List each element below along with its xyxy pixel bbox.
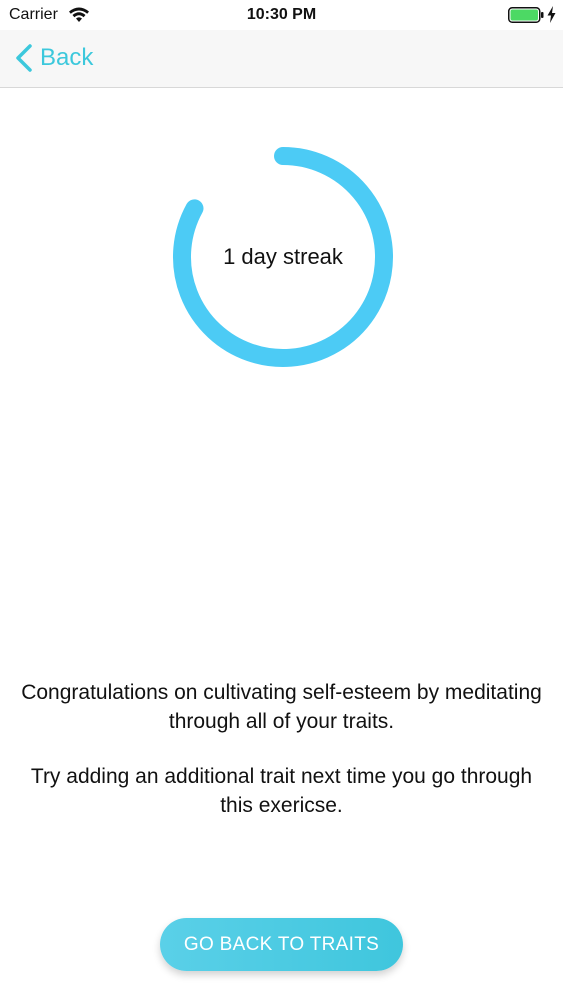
charging-bolt-icon (547, 6, 556, 23)
battery-icon (508, 7, 544, 23)
suggestion-message: Try adding an additional trait next time… (30, 765, 533, 817)
back-button[interactable]: Back (14, 40, 93, 76)
back-label: Back (40, 44, 94, 71)
screen: Carrier 10:30 PM Back 1 day streak Congr… (0, 0, 563, 1000)
chevron-left-icon (16, 44, 32, 72)
congratulations-message: Congratulations on cultivating self-este… (21, 681, 542, 733)
status-bar: Carrier 10:30 PM (0, 0, 563, 30)
streak-label: 1 day streak (223, 244, 343, 269)
status-time: 10:30 PM (246, 6, 317, 23)
go-back-to-traits-button[interactable]: GO BACK TO TRAITS (160, 918, 403, 971)
nav-bar: Back (0, 30, 563, 88)
